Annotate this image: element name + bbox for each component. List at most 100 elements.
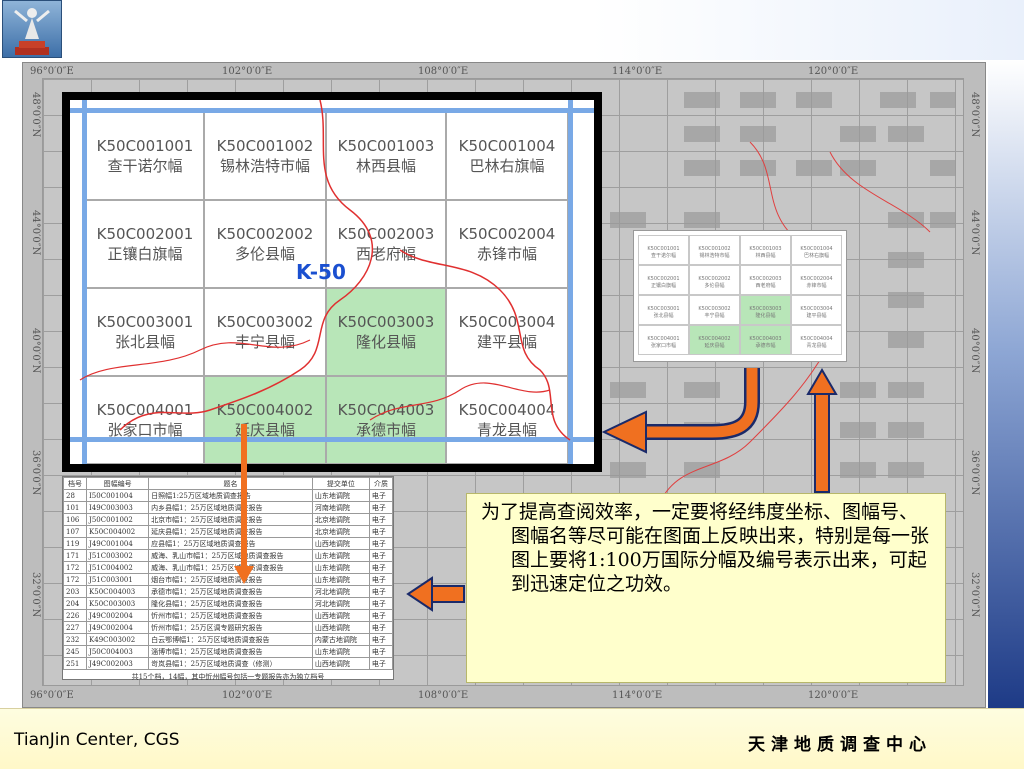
table-cell: 电子 xyxy=(368,489,394,502)
bottom-coord-4: 114°0′0″E xyxy=(612,690,663,701)
mini-sheet-cell[interactable]: K50C003003 隆化县幅 xyxy=(740,295,791,325)
table-row[interactable]: 251 J49C002003 岢岚县幅1：25万区域地质调查（修测） 山西地调院 电子 xyxy=(62,657,394,670)
table-row[interactable]: 107 K50C004002 延庆县幅1：25万区域地质调查报告 北京地调院 电子 xyxy=(62,525,394,538)
mini-sheet-cell[interactable]: K50C004001 张家口市幅 xyxy=(638,325,689,355)
table-cell: 承德市幅1：25万区域地质调查报告 xyxy=(148,585,313,598)
table-cell: 电子 xyxy=(368,609,394,622)
table-row[interactable]: 106 J50C001002 北京市幅1：25万区域地质调查报告 北京地调院 电子 xyxy=(62,513,394,526)
table-header-cell: 提交单位 xyxy=(311,477,370,490)
mini-sheet-cell-code: K50C004002 xyxy=(698,336,731,342)
table-cell: J51C004002 xyxy=(86,561,150,574)
top-coord-4: 114°0′0″E xyxy=(612,66,663,77)
table-cell: 河南地调院 xyxy=(311,501,370,514)
mini-sheet-cell[interactable]: K50C001004 巴林右旗幅 xyxy=(791,235,842,265)
mini-sheet-cell[interactable]: K50C001002 锡林浩特市幅 xyxy=(689,235,740,265)
table-row[interactable]: 203 K50C004003 承德市幅1：25万区域地质调查报告 河北地调院 电子 xyxy=(62,585,394,598)
mini-sheet-map[interactable]: K50C001001 查干诺尔幅 K50C001002 锡林浩特市幅 K50C00100… xyxy=(633,230,847,362)
table-cell: 电子 xyxy=(368,645,394,658)
mini-sheet-cell-name: 隆化县幅 xyxy=(755,313,776,319)
table-cell: 白云鄂博幅1：25万区域地质调查报告 xyxy=(148,633,313,646)
table-cell: 岢岚县幅1：25万区域地质调查（修测） xyxy=(148,657,313,670)
table-cell: J49C002004 xyxy=(86,609,150,622)
table-cell: 电子 xyxy=(368,537,394,550)
mini-sheet-cell-name: 正镶白旗幅 xyxy=(650,283,676,289)
table-row[interactable]: 101 I49C003003 内乡县幅1：25万区域地质调查报告 河南地调院 电子 xyxy=(62,501,394,514)
table-cell: J49C002004 xyxy=(86,621,150,634)
table-cell: 106 xyxy=(62,513,88,526)
table-cell: 山西地调院 xyxy=(311,657,370,670)
top-coord-3: 108°0′0″E xyxy=(418,66,469,77)
mini-sheet-cell-code: K50C002001 xyxy=(647,276,680,282)
mini-sheet-cell-code: K50C004004 xyxy=(800,336,833,342)
table-cell: 河北地调院 xyxy=(311,585,370,598)
table-cell: 电子 xyxy=(368,621,394,634)
bottom-coord-1: 96°0′0″E xyxy=(30,690,74,701)
mini-sheet-cell-name: 建平县幅 xyxy=(806,313,827,319)
table-row[interactable]: 245 J50C004003 淄博市幅1：25万区域地质调查报告 山东地调院 电子 xyxy=(62,645,394,658)
table-cell: 电子 xyxy=(368,657,394,670)
mini-sheet-cell[interactable]: K50C004003 承德市幅 xyxy=(740,325,791,355)
right-coord-5: 32°0′0″N xyxy=(969,572,980,618)
mini-sheet-cell[interactable]: K50C004002 延庆县幅 xyxy=(689,325,740,355)
table-cell: 山东地调院 xyxy=(311,645,370,658)
table-cell: 251 xyxy=(62,657,88,670)
table-cell: 烟台市幅1：25万区域地质调查报告 xyxy=(148,573,313,586)
table-cell: 171 xyxy=(62,549,88,562)
mini-sheet-cell-code: K50C002002 xyxy=(698,276,731,282)
table-cell: 北京地调院 xyxy=(311,513,370,526)
table-cell: J49C002003 xyxy=(86,657,150,670)
table-row[interactable]: 232 K49C003002 白云鄂博幅1：25万区域地质调查报告 内蒙古地调院 电子 xyxy=(62,633,394,646)
footer-org-name: TianJin Center, CGS xyxy=(14,730,180,750)
table-cell: 山西地调院 xyxy=(311,609,370,622)
table-row[interactable]: 227 J49C002004 忻州市幅1：25万区调专题研究报告 山西地调院 电子 xyxy=(62,621,394,634)
table-cell: J50C001002 xyxy=(86,513,150,526)
mini-sheet-cell[interactable]: K50C003004 建平县幅 xyxy=(791,295,842,325)
table-cell: 226 xyxy=(62,609,88,622)
mini-sheet-cell[interactable]: K50C003002 丰宁县幅 xyxy=(689,295,740,325)
table-cell: 电子 xyxy=(368,597,394,610)
mini-sheet-cell[interactable]: K50C004004 青龙县幅 xyxy=(791,325,842,355)
explanation-note: 为了提高查阅效率，一定要将经纬度坐标、图幅号、图幅名等尽可能在图面上反映出来，特… xyxy=(466,493,946,683)
table-cell: 威海、乳山市幅1：25万区域地质调查报告 xyxy=(148,549,313,562)
mini-sheet-cell-code: K50C001004 xyxy=(800,246,833,252)
table-cell: 内蒙古地调院 xyxy=(311,633,370,646)
mini-sheet-cell[interactable]: K50C002003 西老府幅 xyxy=(740,265,791,295)
table-cell: 忻州市幅1：25万区调专题研究报告 xyxy=(148,621,313,634)
mini-sheet-cell-name: 承德市幅 xyxy=(755,343,776,349)
table-row[interactable]: 172 J51C004002 威海、乳山市幅1：25万区域地质调查报告 山东地调院 电子 xyxy=(62,561,394,574)
table-cell: K50C003003 xyxy=(86,597,150,610)
mini-sheet-cell-name: 林西县幅 xyxy=(755,253,776,259)
table-cell: 203 xyxy=(62,585,88,598)
left-coord-2: 44°0′0″N xyxy=(30,210,41,256)
table-cell: I49C003003 xyxy=(86,501,150,514)
table-cell: K50C004003 xyxy=(86,585,150,598)
table-cell: 山东地调院 xyxy=(311,489,370,502)
mini-sheet-cell[interactable]: K50C002001 正镶白旗幅 xyxy=(638,265,689,295)
table-cell: 山东地调院 xyxy=(311,561,370,574)
table-cell: 172 xyxy=(62,573,88,586)
mini-sheet-cell-name: 青龙县幅 xyxy=(806,343,827,349)
table-row[interactable]: 28 I50C001004 日照幅1:25万区域地质调查报告 山东地调院 电子 xyxy=(62,489,394,502)
mini-sheet-cell-name: 张家口市幅 xyxy=(650,343,676,349)
mini-sheet-cell[interactable]: K50C001001 查干诺尔幅 xyxy=(638,235,689,265)
zoom-sheet-k50[interactable]: K50C004004 青龙县幅 K50C004003 承德市幅 K50C004002 延庆… xyxy=(70,100,594,464)
mini-sheet-cell-code: K50C004001 xyxy=(647,336,680,342)
table-row[interactable]: 119 J49C001004 应县幅1：25万区域地质调查报告 山西地调院 电子 xyxy=(62,537,394,550)
decorative-side-band xyxy=(988,60,1024,710)
table-row[interactable]: 204 K50C003003 隆化县幅1：25万区域地质调查报告 河北地调院 电子 xyxy=(62,597,394,610)
mini-sheet-cell-code: K50C002003 xyxy=(749,276,782,282)
mini-sheet-cell-name: 锡林浩特市幅 xyxy=(699,253,730,259)
mini-sheet-cell[interactable]: K50C003001 张北县幅 xyxy=(638,295,689,325)
table-row[interactable]: 171 J51C003002 威海、乳山市幅1：25万区域地质调查报告 山东地调院 电子 xyxy=(62,549,394,562)
table-cell: 隆化县幅1：25万区域地质调查报告 xyxy=(148,597,313,610)
bottom-coord-2: 102°0′0″E xyxy=(222,690,273,701)
mini-sheet-cell[interactable]: K50C002002 多伦县幅 xyxy=(689,265,740,295)
mini-sheet-cell[interactable]: K50C001003 林西县幅 xyxy=(740,235,791,265)
table-row[interactable]: 226 J49C002004 忻州市幅1：25万区域地质调查报告 山西地调院 电子 xyxy=(62,609,394,622)
right-coord-4: 36°0′0″N xyxy=(969,450,980,496)
table-row[interactable]: 172 J51C003001 烟台市幅1：25万区域地质调查报告 山东地调院 电子 xyxy=(62,573,394,586)
mini-sheet-cell[interactable]: K50C002004 赤锋市幅 xyxy=(791,265,842,295)
table-cell: 电子 xyxy=(368,573,394,586)
table-cell: 忻州市幅1：25万区域地质调查报告 xyxy=(148,609,313,622)
footer-center-name: 天津地质调查中心 xyxy=(748,735,932,755)
